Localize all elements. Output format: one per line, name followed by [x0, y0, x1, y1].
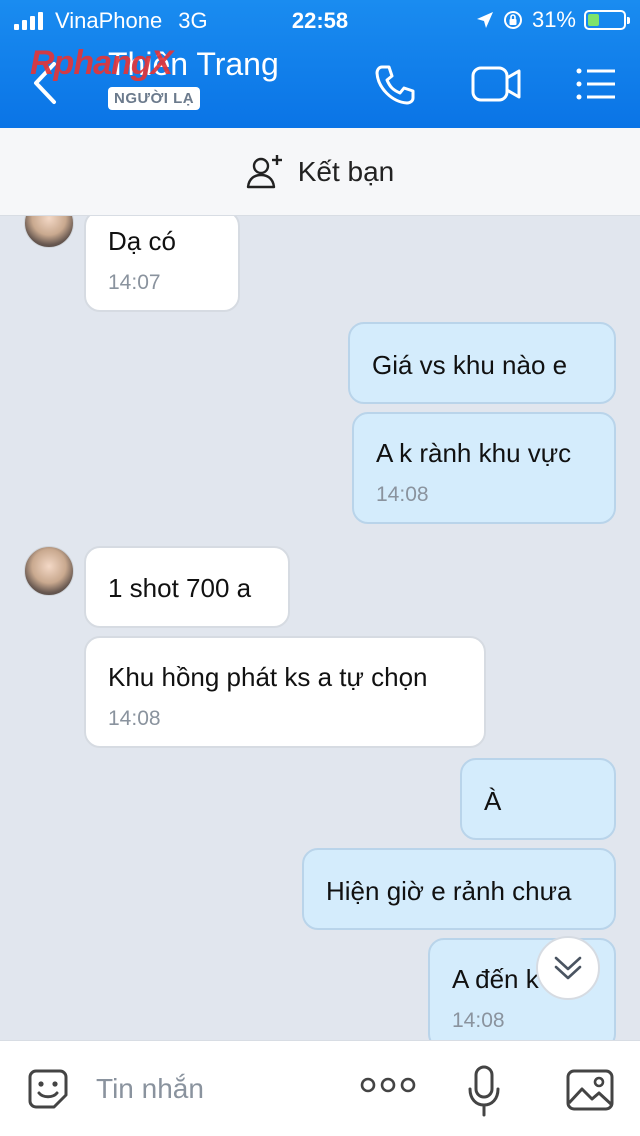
message-time: 14:08	[108, 707, 161, 730]
message-bubble[interactable]: Hiện giờ e rảnh chưa	[302, 848, 616, 930]
location-icon	[476, 12, 493, 28]
double-chevron-down-icon	[554, 956, 582, 980]
message-text: À	[484, 786, 502, 816]
stranger-badge: NGƯỜI LẠ	[108, 87, 201, 110]
message-text: A k rành khu vực	[376, 438, 572, 468]
battery-percent: 31%	[531, 7, 576, 32]
message-bubble[interactable]: Giá vs khu nào e	[348, 322, 616, 404]
message-time: 14:08	[452, 1009, 505, 1032]
microphone-icon[interactable]	[466, 1065, 502, 1117]
watermark-text: Rphang	[30, 44, 152, 82]
menu-icon[interactable]	[574, 62, 618, 106]
message-bubble[interactable]: 1 shot 700 a	[84, 546, 290, 628]
status-bar: VinaPhone 3G 22:58 31%	[0, 0, 640, 40]
add-friend-button[interactable]: Kết bạn	[0, 128, 640, 216]
avatar[interactable]	[24, 216, 74, 248]
video-call-icon[interactable]	[470, 62, 522, 106]
message-bubble[interactable]: À	[460, 758, 616, 840]
phone-icon[interactable]	[372, 62, 418, 108]
message-input[interactable]: Tin nhắn	[96, 1073, 204, 1105]
message-text: Giá vs khu nào e	[372, 350, 568, 380]
message-bubble[interactable]: Khu hồng phát ks a tự chọn 14:08	[84, 636, 486, 748]
message-bubble[interactable]: A k rành khu vực 14:08	[352, 412, 616, 524]
message-input-bar: Tin nhắn	[0, 1040, 640, 1136]
add-user-icon	[246, 154, 282, 188]
add-friend-label: Kết bạn	[297, 155, 395, 187]
message-list[interactable]: Dạ có 14:07 Giá vs khu nào e A k rành kh…	[0, 216, 640, 1040]
scroll-to-bottom-button[interactable]	[536, 936, 600, 1000]
message-text: 1 shot 700 a	[108, 573, 252, 603]
message-text: Dạ có	[108, 226, 176, 256]
message-text: Khu hồng phát ks a tự chọn	[108, 662, 428, 692]
more-icon[interactable]	[360, 1075, 416, 1095]
message-time: 14:08	[376, 483, 429, 506]
watermark-logo: RphangX	[30, 44, 174, 83]
avatar[interactable]	[24, 546, 74, 596]
watermark-tail: X	[150, 44, 174, 82]
message-text: Hiện giờ e rảnh chưa	[326, 876, 572, 906]
sticker-icon[interactable]	[24, 1065, 72, 1113]
message-time: 14:07	[108, 271, 161, 294]
rotation-lock-icon	[503, 11, 522, 29]
message-bubble[interactable]: Dạ có 14:07	[84, 216, 240, 312]
chat-header: VinaPhone 3G 22:58 31% Thiên Trang NGƯỜI…	[0, 0, 640, 128]
image-icon[interactable]	[566, 1069, 614, 1111]
battery-icon	[584, 10, 630, 30]
